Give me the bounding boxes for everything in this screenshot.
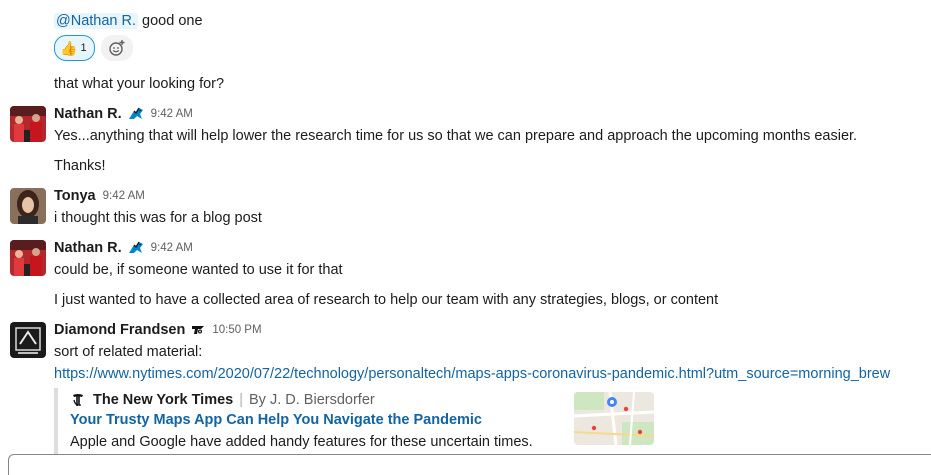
timestamp[interactable]: 10:50 PM [212,324,261,336]
author-name[interactable]: Nathan R. [54,240,122,256]
timestamp[interactable]: 9:42 AM [151,242,193,254]
message-text: sort of related material: [54,344,203,360]
add-reaction-button[interactable] [100,35,133,61]
thumbs-up-icon: 👍 [60,39,78,56]
timestamp[interactable]: 9:42 AM [103,190,145,202]
user-mention[interactable]: @Nathan R. [54,13,139,29]
message-header: Diamond Frandsen 10:50 PM [54,320,262,340]
flyers-icon [191,324,205,336]
author-name[interactable]: Nathan R. [54,106,122,122]
reaction-thumbs-up[interactable]: 👍 1 [54,35,95,61]
avatar[interactable] [10,188,46,224]
message-header: Nathan R. 9:42 AM [54,104,193,124]
unfurl-byline: By J. D. Biersdorfer [249,392,375,408]
panther-icon [128,241,144,255]
unfurl-source: The New York Times | By J. D. Biersdorfe… [70,390,375,410]
unfurl-source-name[interactable]: The New York Times [93,392,233,408]
message-text: could be, if someone wanted to use it fo… [54,262,343,278]
unfurl-title[interactable]: Your Trusty Maps App Can Help You Naviga… [70,412,482,428]
avatar[interactable] [10,106,46,142]
message-composer[interactable] [8,454,931,475]
divider: | [239,392,244,408]
message-text: that what your looking for? [54,76,225,92]
link-unfurl: The New York Times | By J. D. Biersdorfe… [54,388,678,458]
message-header: Nathan R. 9:42 AM [54,238,193,258]
message-text: i thought this was for a blog post [54,210,262,226]
unfurl-thumbnail[interactable] [574,392,654,445]
message-text: @Nathan R. good one [54,11,203,31]
message-header: Tonya 9:42 AM [54,186,145,206]
message-link[interactable]: https://www.nytimes.com/2020/07/22/techn… [54,364,890,384]
avatar[interactable] [10,240,46,276]
timestamp[interactable]: 9:42 AM [151,108,193,120]
reaction-bar: 👍 1 [54,35,133,61]
unfurl-description: Apple and Google have added handy featur… [70,434,533,450]
panther-icon [128,107,144,121]
message-text: Thanks! [54,158,106,174]
message-body: good one [142,13,203,29]
add-reaction-icon [108,40,125,56]
message-text: I just wanted to have a collected area o… [54,292,719,308]
avatar[interactable] [10,322,46,358]
author-name[interactable]: Diamond Frandsen [54,322,185,338]
message-text: Yes...anything that will help lower the … [54,128,858,144]
author-name[interactable]: Tonya [54,188,96,204]
nyt-logo-icon [73,394,83,406]
reaction-count: 1 [80,42,87,54]
